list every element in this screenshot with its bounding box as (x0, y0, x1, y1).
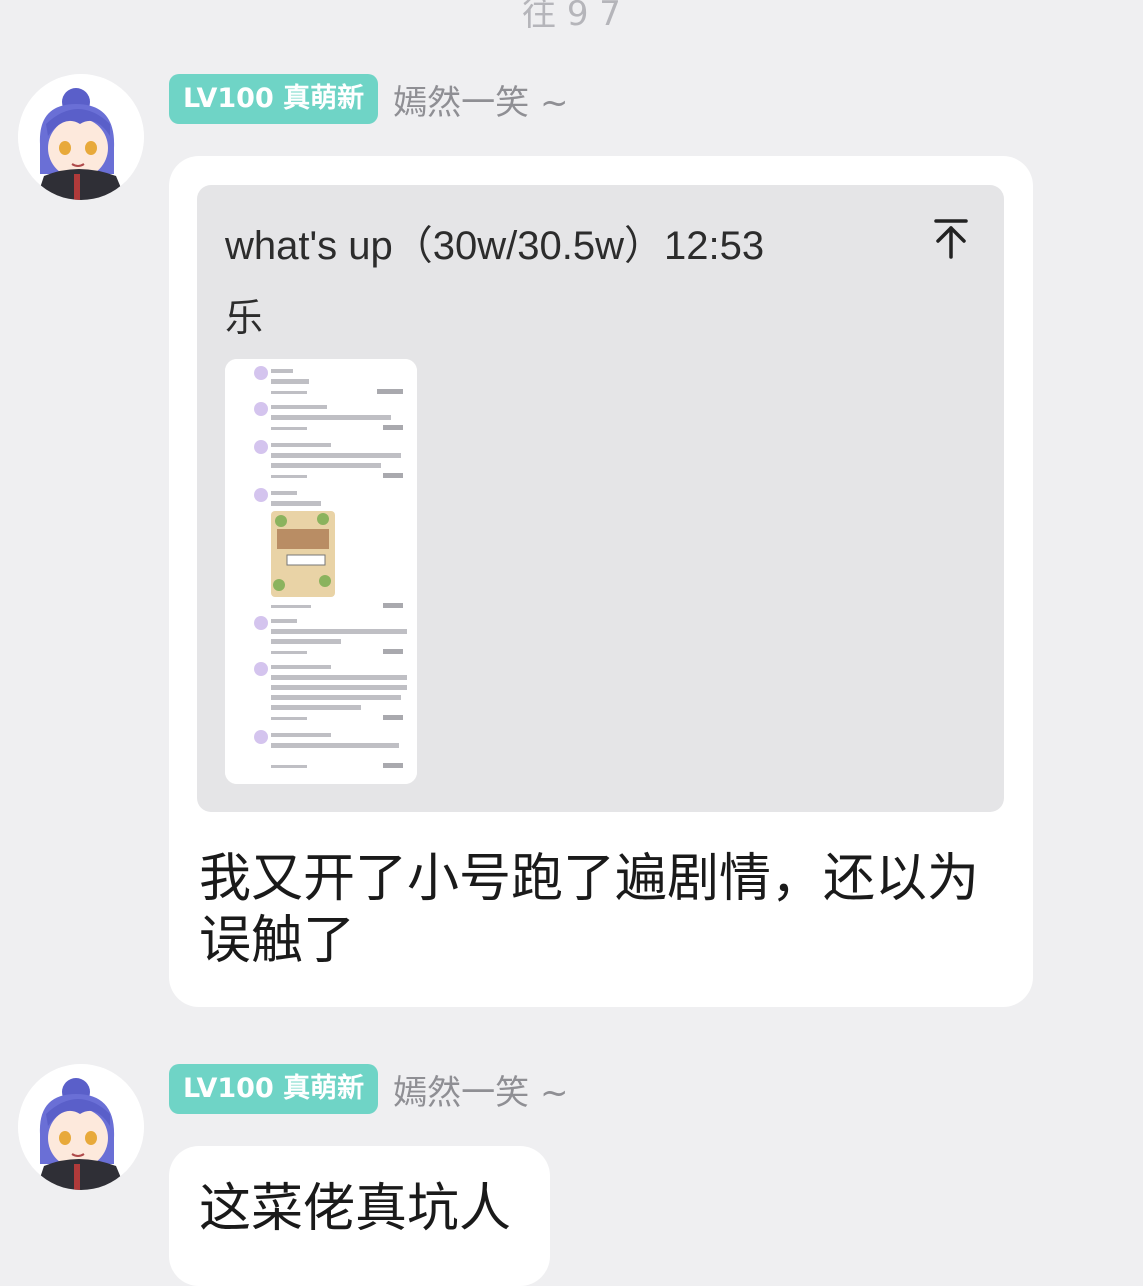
sender-name[interactable]: 嫣然一笑 ~ (393, 75, 568, 124)
message-bubble[interactable]: 这菜佬真坑人 (169, 1146, 550, 1286)
sender-info: LV100 真萌新 嫣然一笑 ~ (169, 1064, 568, 1114)
level-badge: LV100 真萌新 (169, 74, 379, 124)
sender-name[interactable]: 嫣然一笑 ~ (393, 1065, 568, 1114)
arrow-up-to-top-icon[interactable] (928, 215, 974, 261)
quoted-screenshot-thumbnail[interactable] (225, 359, 417, 784)
message-bubble[interactable]: what's up（30w/30.5w）12:53 乐 我又开了小号跑了遍剧情，… (169, 156, 1033, 1007)
previous-message-fragment: 往 9 7 (522, 0, 621, 34)
level-badge: LV100 真萌新 (169, 1064, 379, 1114)
avatar-image (18, 74, 144, 200)
quoted-message[interactable]: what's up（30w/30.5w）12:53 乐 (197, 185, 1004, 812)
sender-info: LV100 真萌新 嫣然一笑 ~ (169, 74, 568, 124)
message-text: 我又开了小号跑了遍剧情，还以为误触了 (199, 849, 980, 971)
avatar[interactable] (18, 74, 144, 200)
quoted-message-text: 乐 (225, 296, 264, 340)
avatar[interactable] (18, 1064, 144, 1190)
message-text: 这菜佬真坑人 (199, 1179, 512, 1239)
avatar-image (18, 1064, 144, 1190)
quoted-message-header: what's up（30w/30.5w）12:53 (225, 224, 765, 268)
